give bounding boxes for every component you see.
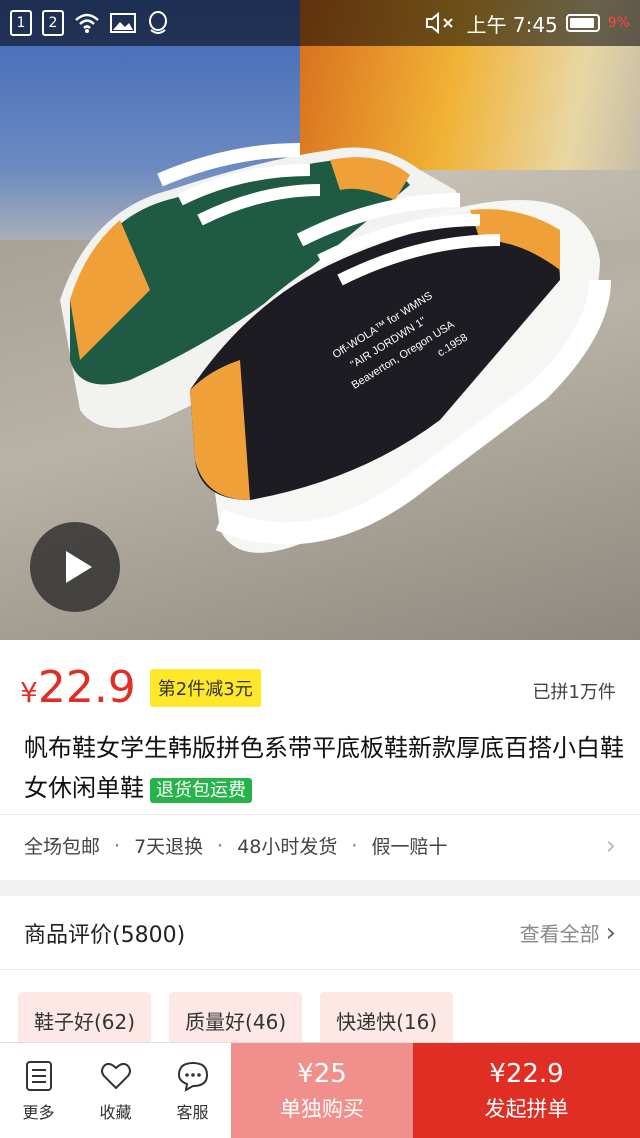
review-chip-fast-delivery[interactable]: 快递快(16)	[320, 992, 454, 1048]
group-label: 发起拼单	[484, 1096, 569, 1121]
more-button[interactable]: 更多	[0, 1043, 77, 1138]
review-chip-good-quality[interactable]: 质量好(46)	[169, 992, 303, 1048]
sim1-icon: 1	[10, 10, 32, 36]
image-icon	[110, 13, 136, 33]
chevron-right-icon: ›	[605, 830, 616, 861]
play-icon	[66, 551, 92, 583]
product-info: ¥22.9 第2件减3元 已拼1万件 帆布鞋女学生韩版拼色系带平底板鞋新款厚底百…	[0, 640, 640, 880]
wifi-icon	[75, 13, 99, 33]
product-price: ¥22.9	[20, 662, 136, 713]
sim2-icon: 2	[42, 10, 64, 36]
return-shipping-tag: 退货包运费	[150, 778, 252, 803]
play-video-button[interactable]	[30, 522, 120, 612]
service-label: 客服	[176, 1102, 209, 1122]
single-label: 单独购买	[280, 1096, 364, 1121]
qq-icon	[149, 11, 167, 34]
battery-percent: 9%	[607, 15, 630, 31]
service-48h-delivery: 48小时发货	[237, 836, 338, 858]
product-image[interactable]: Off-WOLA™ for WMNS "AIR JORDWN 1" Beaver…	[0, 0, 640, 640]
service-free-shipping: 全场包邮	[24, 836, 101, 858]
status-time: 上午 7:45	[466, 12, 558, 37]
service-7day-return: 7天退换	[134, 836, 204, 858]
favorite-button[interactable]: 收藏	[77, 1043, 154, 1138]
favorite-label: 收藏	[99, 1102, 132, 1122]
product-title: 帆布鞋女学生韩版拼色系带平底板鞋新款厚底百搭小白鞋女休闲单鞋 退货包运费	[24, 734, 624, 803]
start-group-buy-button[interactable]: ¥22.9 发起拼单	[413, 1043, 640, 1138]
buy-single-button[interactable]: ¥25 单独购买	[231, 1043, 413, 1138]
mute-icon	[425, 12, 453, 34]
chat-bubble-icon	[177, 1061, 208, 1092]
service-fake-compensation: 假一赔十	[371, 836, 448, 858]
battery-icon	[565, 14, 600, 32]
more-label: 更多	[22, 1102, 55, 1122]
single-price: ¥25	[297, 1058, 347, 1089]
bottom-action-bar: 更多 收藏 客服 ¥25 单独购买 ¥22.9 发起拼单	[0, 1042, 640, 1138]
review-chip-good-shoes[interactable]: 鞋子好(62)	[18, 992, 152, 1048]
reviews-title: 商品评价(5800)	[24, 922, 186, 948]
customer-service-button[interactable]: 客服	[154, 1043, 231, 1138]
service-guarantees[interactable]: 全场包邮 · 7天退换 · 48小时发货 · 假一赔十 ›	[0, 814, 640, 876]
promo-badge: 第2件减3元	[149, 668, 261, 707]
sold-count: 已拼1万件	[532, 682, 616, 703]
status-bar: 1 2 上午 7:45 9%	[0, 0, 640, 46]
heart-icon	[100, 1062, 131, 1089]
reviews-section: 商品评价(5800) 查看全部 › 鞋子好(62) 质量好(46) 快递快(16)	[0, 896, 640, 1048]
list-icon	[25, 1060, 52, 1091]
chevron-right-icon: ›	[605, 917, 616, 948]
view-all-reviews-link[interactable]: 查看全部 ›	[520, 918, 616, 948]
group-price: ¥22.9	[489, 1058, 564, 1089]
